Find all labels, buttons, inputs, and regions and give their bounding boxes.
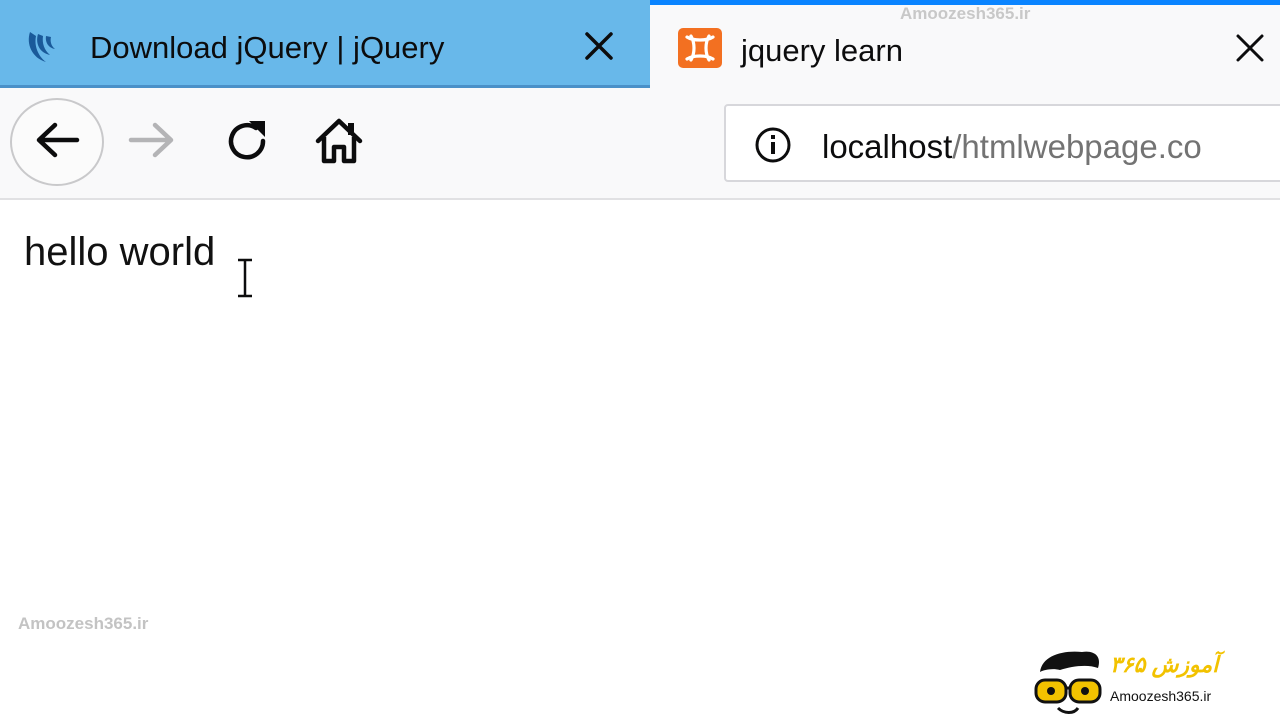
watermark: Amoozesh365.ir [18, 614, 149, 633]
back-button[interactable] [10, 98, 104, 186]
reload-icon [223, 117, 271, 170]
tab-download-jquery[interactable]: Download jQuery | jQuery [0, 0, 650, 88]
page-text: hello world [24, 230, 216, 274]
amoozesh-logo: آموزش ۳۶۵ Amoozesh365.ir [1032, 646, 1278, 716]
page-content: hello world Amoozesh365.ir آموزش ۳۶۵ Amo… [0, 200, 1280, 720]
tab-bar: Download jQuery | jQuery jquery learn Am… [0, 0, 1280, 88]
logo-site-text: Amoozesh365.ir [1110, 688, 1212, 704]
logo-persian-text: آموزش ۳۶۵ [1110, 652, 1219, 677]
xampp-icon [677, 27, 723, 69]
tab-title: Download jQuery | jQuery [90, 30, 445, 65]
tab-title: jquery learn [741, 33, 903, 68]
close-icon[interactable] [581, 28, 617, 64]
mascot-face-icon [1034, 651, 1102, 714]
reload-button[interactable] [220, 116, 274, 170]
info-icon[interactable] [754, 126, 792, 164]
navigation-toolbar: localhost/htmlwebpage.co [0, 88, 1280, 200]
home-button[interactable] [312, 116, 366, 170]
forward-button[interactable] [126, 116, 178, 168]
watermark: Amoozesh365.ir [900, 4, 1031, 23]
close-icon[interactable] [1232, 30, 1268, 66]
home-icon [314, 117, 364, 170]
url-text[interactable]: localhost/htmlwebpage.co [822, 128, 1202, 166]
url-path: /htmlwebpage.co [952, 128, 1202, 165]
back-arrow-icon [33, 120, 81, 165]
forward-arrow-icon [127, 120, 177, 165]
text-cursor-icon [232, 258, 258, 298]
url-host: localhost [822, 128, 953, 165]
jquery-logo-icon [24, 22, 72, 70]
address-bar[interactable]: localhost/htmlwebpage.co [724, 104, 1280, 182]
